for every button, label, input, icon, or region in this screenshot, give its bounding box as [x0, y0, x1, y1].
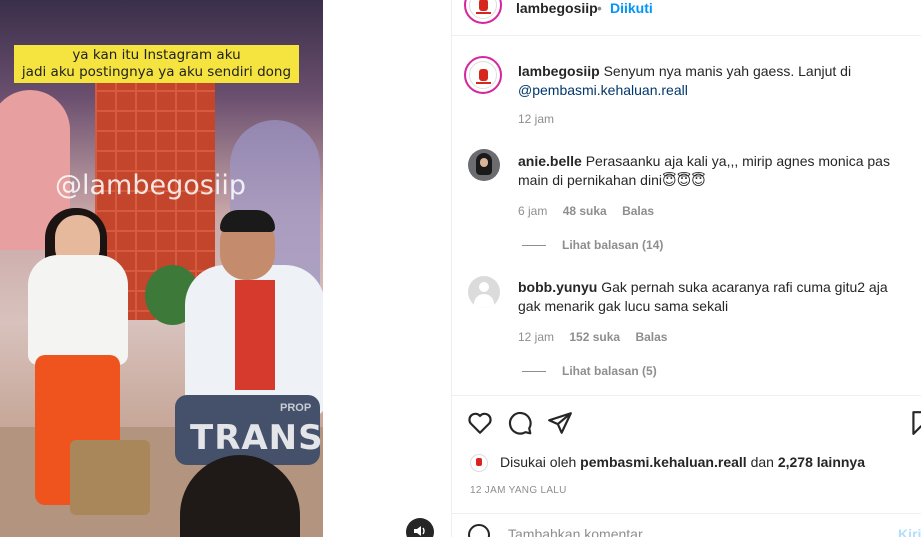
- comment-meta: 12 jam 152 suka Balas: [518, 330, 679, 344]
- liker-avatar[interactable]: [470, 454, 488, 473]
- author-username[interactable]: lambegosiip: [516, 0, 598, 16]
- heart-icon[interactable]: [467, 410, 493, 436]
- author-avatar[interactable]: [464, 0, 502, 24]
- comment-username[interactable]: anie.belle: [518, 153, 582, 169]
- comment-likes[interactable]: 152 suka: [569, 330, 620, 344]
- comment-item: bobb.yunyu Gak pernah suka acaranya rafi…: [518, 278, 908, 316]
- comment-time[interactable]: 6 jam: [518, 204, 547, 218]
- likes-count[interactable]: 2,278 lainnya: [778, 454, 865, 470]
- guest-blouse: [28, 255, 128, 365]
- video-watermark: @lambegosiip: [55, 170, 246, 201]
- caption-avatar[interactable]: [464, 56, 502, 94]
- video-subtitle: ya kan itu Instagram aku jadi aku postin…: [14, 45, 299, 83]
- caption-username[interactable]: lambegosiip: [518, 63, 600, 79]
- channel-sub: PROP: [280, 402, 312, 414]
- comment-meta: 6 jam 48 suka Balas: [518, 204, 666, 218]
- liker-username[interactable]: pembasmi.kehaluan.reall: [580, 454, 747, 470]
- post-timestamp[interactable]: 12 JAM YANG LALU: [470, 485, 567, 496]
- comment-time[interactable]: 12 jam: [518, 330, 554, 344]
- view-replies-label: Lihat balasan (5): [562, 364, 657, 378]
- post-comment-button[interactable]: Kirim: [898, 526, 921, 537]
- post-actions: Disukai oleh pembasmi.kehaluan.reall dan…: [452, 395, 921, 537]
- commenter-avatar[interactable]: [468, 149, 500, 181]
- emoji-icon[interactable]: [468, 524, 490, 537]
- likes-summary: Disukai oleh pembasmi.kehaluan.reall dan…: [470, 454, 865, 473]
- comment-likes[interactable]: 48 suka: [563, 204, 607, 218]
- commenter-avatar[interactable]: [468, 276, 500, 308]
- bookmark-icon[interactable]: [908, 410, 921, 436]
- comment-username[interactable]: bobb.yunyu: [518, 279, 597, 295]
- view-replies-button[interactable]: Lihat balasan (5): [522, 364, 657, 378]
- host-shirt: [235, 280, 275, 390]
- comment-icon[interactable]: [507, 410, 533, 436]
- video-player[interactable]: ya kan itu Instagram aku jadi aku postin…: [0, 0, 323, 537]
- post-header: lambegosiip • Diikuti: [452, 0, 921, 36]
- stool: [70, 440, 150, 515]
- send-icon[interactable]: [547, 410, 573, 436]
- view-replies-button[interactable]: Lihat balasan (14): [522, 238, 663, 252]
- caption-mention-link[interactable]: @pembasmi.kehaluan.reall: [518, 82, 688, 98]
- post-panel: lambegosiip • Diikuti lambegosiip Senyum…: [451, 0, 921, 537]
- view-replies-label: Lihat balasan (14): [562, 238, 664, 252]
- channel-logo: TRANS: [190, 418, 323, 458]
- replies-divider: [522, 245, 546, 247]
- reply-button[interactable]: Balas: [622, 204, 654, 218]
- speaker-icon: [414, 526, 425, 536]
- likes-prefix: Disukai oleh: [500, 454, 577, 470]
- likes-middle: dan: [750, 454, 774, 470]
- post-caption: lambegosiip Senyum nya manis yah gaess. …: [518, 62, 898, 100]
- add-comment-bar: Kirim: [452, 513, 921, 537]
- caption-text: Senyum nya manis yah gaess. Lanjut di: [603, 63, 852, 79]
- reply-button[interactable]: Balas: [635, 330, 667, 344]
- caption-time[interactable]: 12 jam: [518, 112, 554, 126]
- subtitle-line-1: ya kan itu Instagram aku: [72, 47, 241, 63]
- header-separator: •: [597, 0, 602, 16]
- replies-divider: [522, 371, 546, 373]
- host-hair: [220, 210, 275, 232]
- comment-item: anie.belle Perasaanku aja kali ya,,, mir…: [518, 152, 908, 190]
- comment-input[interactable]: [508, 526, 858, 537]
- subtitle-line-2: jadi aku postingnya ya aku sendiri dong: [21, 64, 292, 80]
- follow-status-button[interactable]: Diikuti: [610, 0, 653, 16]
